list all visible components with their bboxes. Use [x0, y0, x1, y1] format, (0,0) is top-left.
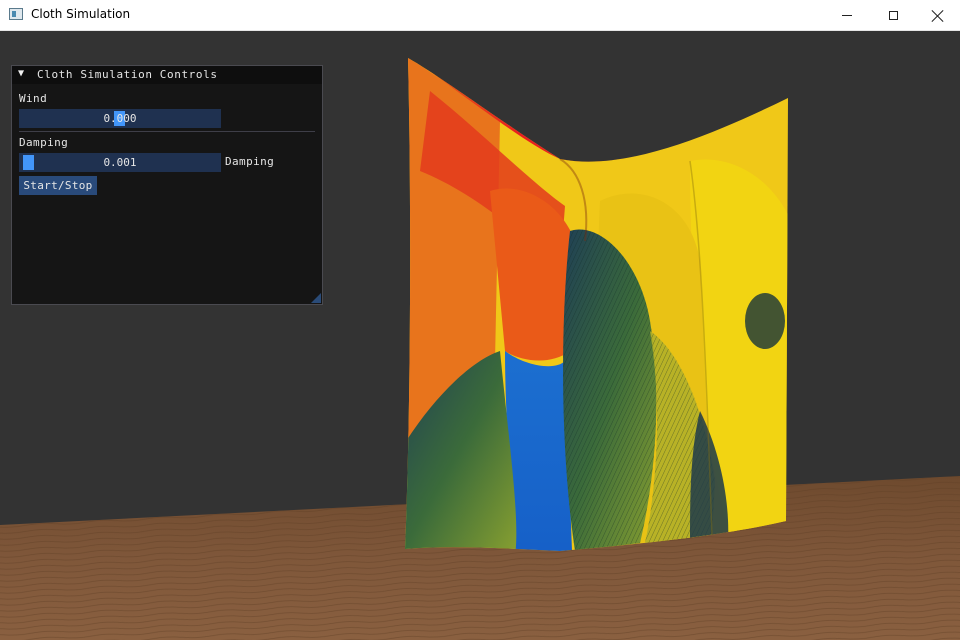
- minimize-icon: [842, 15, 852, 16]
- panel-header[interactable]: ▼ Cloth Simulation Controls: [12, 66, 322, 84]
- panel-title: Cloth Simulation Controls: [37, 68, 218, 81]
- render-viewport[interactable]: ▼ Cloth Simulation Controls Wind 0.000 D…: [0, 31, 960, 640]
- close-button[interactable]: [915, 0, 960, 31]
- wind-slider[interactable]: 0.000: [19, 109, 221, 128]
- close-icon: [932, 10, 944, 22]
- damping-slider[interactable]: 0.001: [19, 153, 221, 172]
- maximize-button[interactable]: [870, 0, 916, 31]
- damping-side-label: Damping: [225, 155, 275, 168]
- minimize-button[interactable]: [824, 0, 870, 31]
- maximize-icon: [888, 11, 898, 20]
- cloth-controls-panel[interactable]: ▼ Cloth Simulation Controls Wind 0.000 D…: [11, 65, 323, 305]
- wind-slider-value: 0.000: [103, 112, 137, 125]
- triangle-down-icon[interactable]: ▼: [18, 68, 24, 79]
- start-stop-button[interactable]: Start/Stop: [19, 176, 97, 195]
- window-title: Cloth Simulation: [31, 7, 131, 21]
- wind-label: Wind: [19, 92, 48, 105]
- resize-grip-icon[interactable]: [311, 293, 321, 303]
- cloth-mesh[interactable]: [400, 51, 800, 561]
- damping-slider-value: 0.001: [103, 156, 137, 169]
- separator: [19, 131, 315, 132]
- app-window-icon: [9, 8, 23, 20]
- window-title-bar[interactable]: Cloth Simulation: [0, 0, 960, 31]
- damping-label: Damping: [19, 136, 69, 149]
